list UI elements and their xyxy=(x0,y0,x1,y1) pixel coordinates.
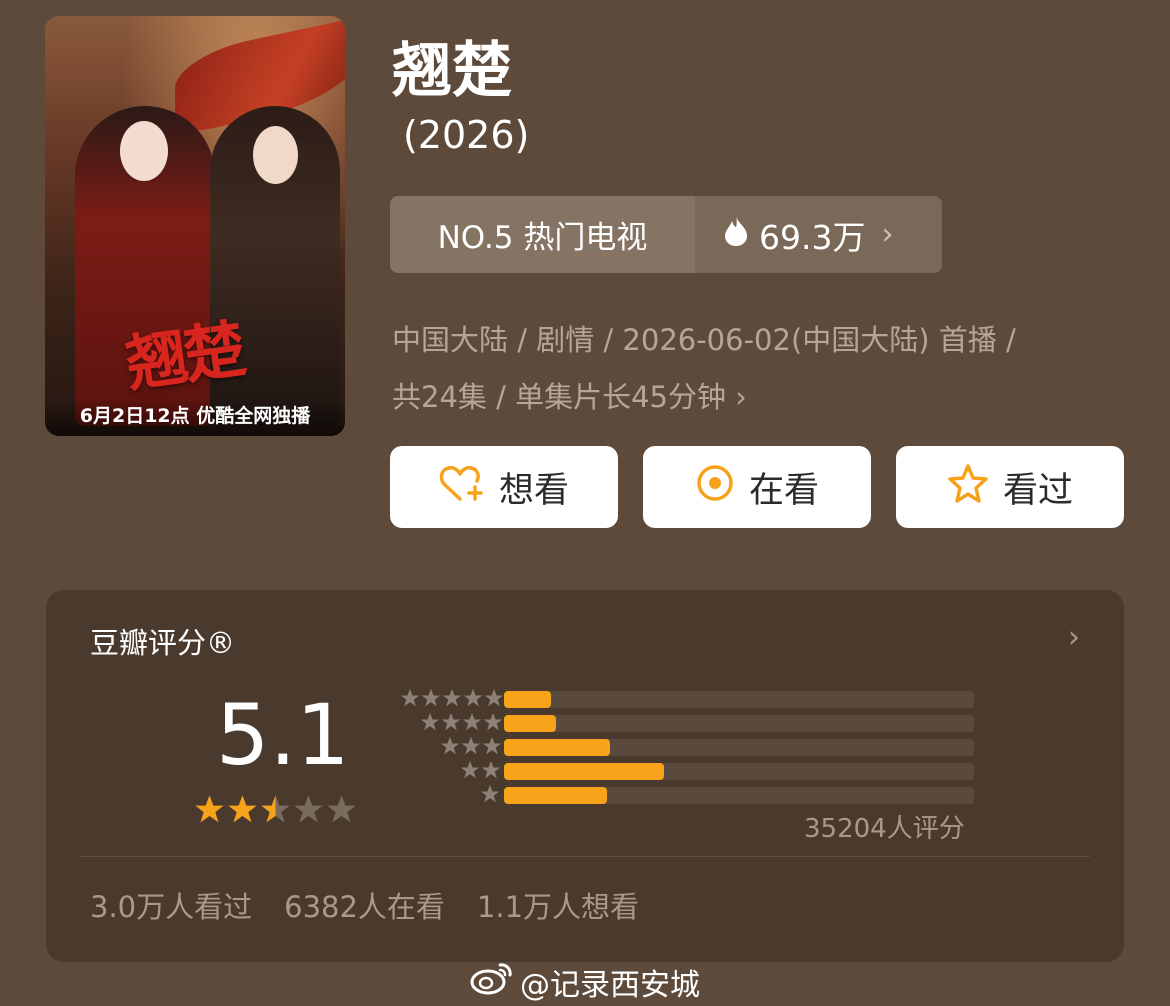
meta-line-2-text: 共24集 / 单集片长45分钟 xyxy=(392,380,727,414)
heart-plus-icon xyxy=(439,463,499,512)
watched-count: 3.0万人看过 xyxy=(90,890,253,924)
star-icon xyxy=(484,688,504,707)
rating-bar-fill xyxy=(504,691,551,708)
heat-indicator[interactable]: 69.3万 › xyxy=(695,196,942,273)
meta-line-2: 共24集 / 单集片长45分钟 › xyxy=(392,369,1132,426)
star-icon xyxy=(441,712,461,731)
chevron-right-icon: › xyxy=(881,217,894,252)
star-icon xyxy=(261,795,290,823)
star-icon xyxy=(400,688,420,707)
rating-count: 35204人评分 xyxy=(804,814,965,844)
rating-bar-fill xyxy=(504,739,610,756)
star-icon xyxy=(421,688,441,707)
want-count: 1.1万人想看 xyxy=(476,890,640,924)
star-icon xyxy=(228,795,257,823)
watched-button[interactable]: 看过 xyxy=(896,446,1124,528)
rating-bar-track xyxy=(504,691,974,708)
star-icon xyxy=(442,688,462,707)
bar-stars xyxy=(460,760,501,780)
weibo-logo-icon xyxy=(470,961,514,1003)
star-icon xyxy=(440,736,460,755)
bar-stars xyxy=(400,688,504,708)
star-icon xyxy=(483,712,503,731)
bar-stars xyxy=(420,712,503,732)
show-year: (2026) xyxy=(403,113,530,157)
watermark-text: @记录西安城 xyxy=(520,968,700,1003)
star-icon xyxy=(947,463,1003,512)
star-icon xyxy=(460,760,480,779)
chevron-right-icon[interactable]: › xyxy=(1068,620,1080,655)
watching-label: 在看 xyxy=(748,470,819,511)
rating-bar-track xyxy=(504,739,974,756)
chevron-right-icon: › xyxy=(735,380,747,414)
rating-bar-track xyxy=(504,787,974,804)
star-icon xyxy=(480,784,500,803)
rating-bar-fill xyxy=(504,763,664,780)
meta-line-1: 中国大陆 / 剧情 / 2026-06-02(中国大陆) 首播 / xyxy=(392,323,1016,357)
show-title: 翘楚 xyxy=(392,36,512,106)
rank-label: NO.5 热门电视 xyxy=(390,196,695,273)
rating-score: 5.1 xyxy=(216,686,350,784)
rating-stars xyxy=(194,794,357,825)
want-label: 想看 xyxy=(498,470,569,511)
douban-rating-card[interactable]: 豆瓣评分® › 5.1 35204人评分 3.0万人看过 6382人在看 1.1… xyxy=(46,590,1124,962)
watched-label: 看过 xyxy=(1002,470,1073,511)
poster-caption: 6月2日12点 优酷全网独播 xyxy=(45,400,345,436)
star-icon xyxy=(482,736,502,755)
rating-bar-track xyxy=(504,763,974,780)
ranking-badge[interactable]: NO.5 热门电视 69.3万 › xyxy=(390,196,942,273)
star-icon xyxy=(463,688,483,707)
weibo-watermark: @记录西安城 xyxy=(470,960,700,1004)
star-icon xyxy=(461,736,481,755)
star-icon xyxy=(462,712,482,731)
poster-face-left xyxy=(120,121,168,181)
divider xyxy=(80,856,1090,857)
watching-count: 6382人在看 xyxy=(284,890,445,924)
star-icon xyxy=(294,795,323,823)
flame-icon xyxy=(723,215,749,255)
rating-bar-fill xyxy=(504,715,556,732)
star-icon xyxy=(481,760,501,779)
audience-stats: 3.0万人看过 6382人在看 1.1万人想看 xyxy=(90,884,639,926)
star-icon xyxy=(195,795,224,823)
bar-stars xyxy=(480,784,500,804)
rating-bar-track xyxy=(504,715,974,732)
bar-stars xyxy=(440,736,502,756)
poster-face-right xyxy=(253,126,298,184)
heat-value: 69.3万 xyxy=(759,217,866,257)
rating-header: 豆瓣评分® xyxy=(90,626,236,660)
rating-bar-fill xyxy=(504,787,608,804)
star-icon xyxy=(327,795,356,823)
poster-image[interactable]: 翘楚 6月2日12点 优酷全网独播 xyxy=(45,16,345,436)
show-meta[interactable]: 中国大陆 / 剧情 / 2026-06-02(中国大陆) 首播 / 共24集 /… xyxy=(392,312,1132,426)
poster-calligraphy: 翘楚 xyxy=(121,312,247,401)
star-icon xyxy=(420,712,440,731)
target-circle-icon xyxy=(695,463,749,512)
want-to-watch-button[interactable]: 想看 xyxy=(390,446,618,528)
watching-button[interactable]: 在看 xyxy=(643,446,871,528)
